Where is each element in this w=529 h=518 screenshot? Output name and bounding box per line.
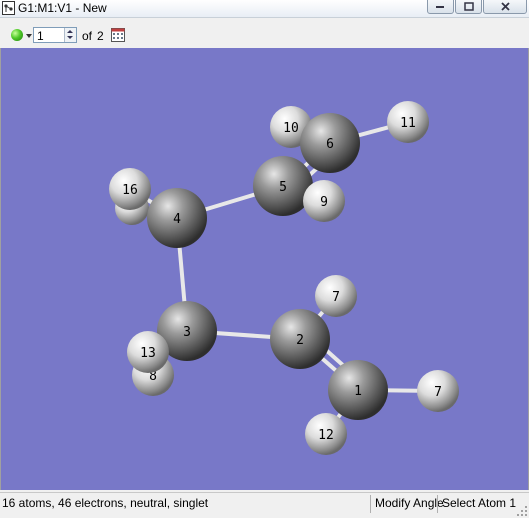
atom-label-16: 16 — [122, 183, 138, 198]
molecule-number-value[interactable]: 1 — [37, 29, 44, 43]
resize-grip-icon[interactable] — [517, 506, 527, 516]
molecule-status-icon[interactable] — [11, 29, 23, 41]
atom-label-12: 12 — [318, 428, 334, 443]
atom-13[interactable]: 13 — [127, 331, 169, 373]
title-bar: G1:M1:V1 - New — [0, 0, 529, 18]
status-selection: Select Atom 1 — [437, 495, 516, 513]
status-summary: 16 atoms, 46 electrons, neutral, singlet — [2, 496, 209, 510]
atom-9[interactable]: 9 — [303, 180, 345, 222]
molecule-grid-icon[interactable] — [111, 28, 125, 42]
atom-label-13: 13 — [140, 346, 156, 361]
status-bar: 16 atoms, 46 electrons, neutral, singlet… — [0, 492, 529, 518]
atom-8[interactable]: 7 — [315, 275, 357, 317]
window-title: G1:M1:V1 - New — [18, 1, 107, 15]
atom-label-7: 7 — [434, 385, 442, 400]
atom-label-2: 2 — [296, 333, 304, 348]
atom-label-6: 6 — [326, 137, 334, 152]
restore-icon — [463, 1, 474, 11]
molecule-toolbar: 1 of 2 — [0, 24, 529, 46]
atom-11[interactable]: 11 — [387, 101, 429, 143]
atom-label-8: 7 — [332, 290, 340, 305]
close-icon — [500, 1, 510, 11]
minimize-icon — [436, 6, 444, 8]
atom-7[interactable]: 7 — [417, 370, 459, 412]
atom-1[interactable]: 1 — [328, 360, 388, 420]
stepper-down-icon[interactable] — [67, 36, 73, 39]
stepper-buttons[interactable] — [64, 28, 76, 42]
atom-4[interactable]: 4 — [147, 188, 207, 248]
atom-label-10: 10 — [283, 121, 299, 136]
stepper-up-icon[interactable] — [67, 30, 73, 33]
molecule-number-stepper[interactable]: 1 — [33, 27, 77, 43]
total-molecules: 2 — [97, 29, 104, 43]
restore-button[interactable] — [455, 0, 482, 14]
atom-16[interactable]: 16 — [109, 168, 151, 210]
chevron-down-icon[interactable] — [26, 34, 32, 38]
atom-6[interactable]: 6 — [300, 113, 360, 173]
atom-label-4: 4 — [173, 212, 181, 227]
molecule-canvas[interactable]: 8 10 6 11 5 9 4 16 7 3 13 2 7 12 1 — [1, 48, 528, 490]
atom-label-3: 3 — [183, 325, 191, 340]
of-label: of — [82, 29, 93, 43]
atom-label-1: 1 — [354, 384, 362, 399]
atom-2[interactable]: 2 — [270, 309, 330, 369]
atom-label-9: 9 — [320, 195, 328, 210]
atom-12[interactable]: 12 — [305, 413, 347, 455]
atom-label-11: 11 — [400, 116, 416, 131]
molecule-viewer[interactable]: 8 10 6 11 5 9 4 16 7 3 13 2 7 12 1 — [0, 48, 529, 490]
close-button[interactable] — [483, 0, 527, 14]
atom-label-5: 5 — [279, 180, 287, 195]
minimize-button[interactable] — [427, 0, 454, 14]
app-icon — [2, 1, 15, 15]
status-mode: Modify Angle — [370, 495, 444, 513]
